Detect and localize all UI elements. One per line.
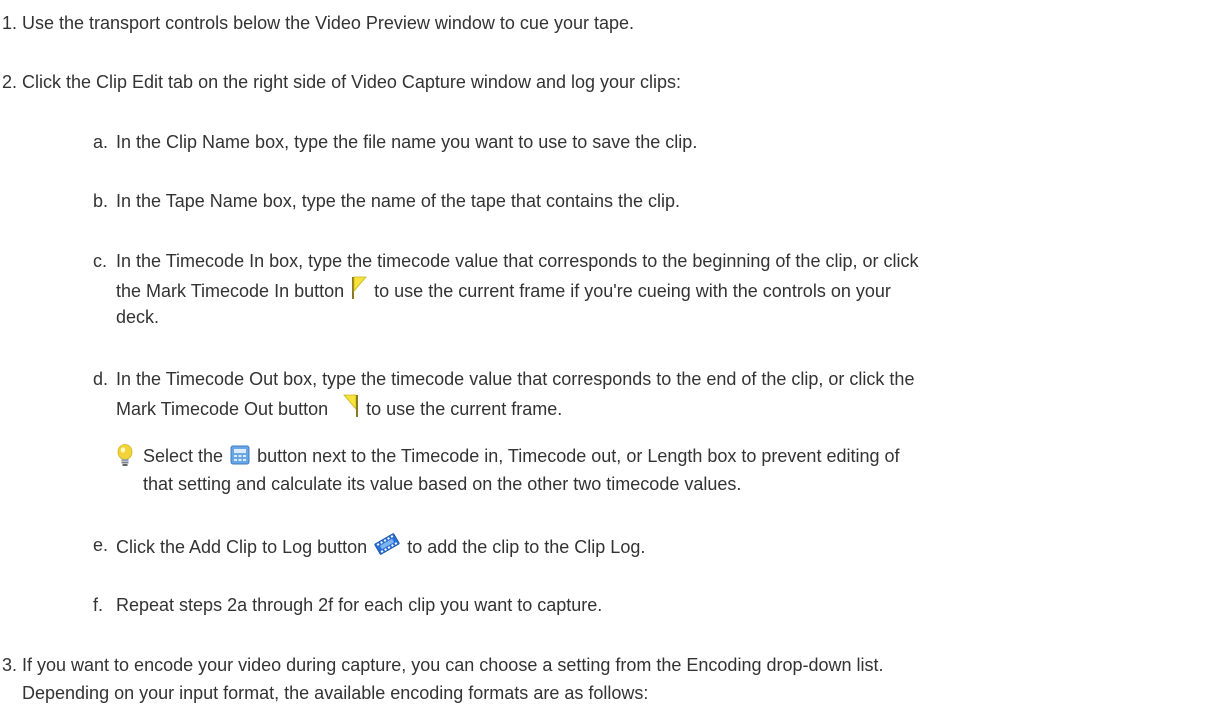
- calculator-lock-icon[interactable]: [230, 445, 250, 472]
- substep-text-line-2: the Mark Timecode In button to use the c…: [116, 276, 1193, 307]
- mark-timecode-out-icon[interactable]: [343, 394, 359, 425]
- substep-text-fragment: to add the clip to the Clip Log.: [407, 537, 646, 557]
- step-number: 2.: [2, 72, 18, 92]
- substep-text: Repeat steps 2a through 2f for each clip…: [116, 595, 603, 615]
- substep-letter: e.: [93, 535, 109, 555]
- substep-text-line-2: Mark Timecode Out button to use the curr…: [116, 394, 1193, 425]
- substep-letter: f.: [93, 595, 104, 615]
- tip-line-2: that setting and calculate its value bas…: [143, 474, 742, 494]
- substep-text-fragment: the Mark Timecode In button: [116, 281, 345, 301]
- substep-letter: c.: [93, 251, 108, 271]
- substep-text-fragment: to use the current frame.: [366, 399, 563, 419]
- substep-text-fragment: Mark Timecode Out button: [116, 399, 329, 419]
- step-number: 1.: [2, 13, 18, 33]
- step-number: 3.: [2, 655, 18, 675]
- substep-b: b. In the Tape Name box, type the name o…: [0, 188, 1223, 214]
- substep-text: Click the Add Clip to Log button to add …: [116, 532, 1193, 563]
- substep-text: In the Tape Name box, type the name of t…: [116, 191, 681, 211]
- substep-text-fragment: Click the Add Clip to Log button: [116, 537, 368, 557]
- step-text: Click the Clip Edit tab on the right sid…: [22, 72, 682, 92]
- tip-text-fragment: Select the: [143, 446, 224, 466]
- substep-letter: a.: [93, 132, 109, 152]
- tip-text-fragment: button next to the Timecode in, Timecode…: [257, 446, 900, 466]
- substep-text-line-1: In the Timecode In box, type the timecod…: [116, 251, 919, 271]
- substep-d: d. In the Timecode Out box, type the tim…: [0, 366, 1223, 426]
- step-1: 1. Use the transport controls below the …: [0, 10, 1223, 36]
- step-text-line-1: If you want to encode your video during …: [22, 655, 884, 675]
- substep-f: f. Repeat steps 2a through 2f for each c…: [0, 592, 1223, 618]
- substep-text-fragment: to use the current frame if you're cuein…: [374, 281, 891, 301]
- tip-line-1: Select the button next to the Timecode i…: [143, 443, 1193, 472]
- substep-text-line-1: In the Timecode Out box, type the timeco…: [116, 369, 915, 389]
- lightbulb-tip-icon: [116, 443, 134, 476]
- substep-a: a. In the Clip Name box, type the file n…: [0, 129, 1223, 155]
- substep-e: e. Click the Add Clip to Log button to a…: [0, 532, 1223, 558]
- add-clip-to-log-icon[interactable]: [374, 532, 400, 563]
- step-text: Use the transport controls below the Vid…: [22, 13, 634, 33]
- help-document: 1. Use the transport controls below the …: [0, 0, 1223, 725]
- step-2: 2. Click the Clip Edit tab on the right …: [0, 69, 1223, 95]
- substep-text: In the Clip Name box, type the file name…: [116, 132, 698, 152]
- step-text-line-2: Depending on your input format, the avai…: [22, 683, 649, 703]
- tip-note: Select the button next to the Timecode i…: [0, 443, 1223, 503]
- step-3: 3. If you want to encode your video duri…: [0, 652, 1223, 708]
- substep-c: c. In the Timecode In box, type the time…: [0, 248, 1223, 338]
- substep-text-line-3: deck.: [116, 307, 160, 327]
- substep-letter: b.: [93, 191, 109, 211]
- mark-timecode-in-icon[interactable]: [351, 276, 368, 307]
- substep-letter: d.: [93, 369, 109, 389]
